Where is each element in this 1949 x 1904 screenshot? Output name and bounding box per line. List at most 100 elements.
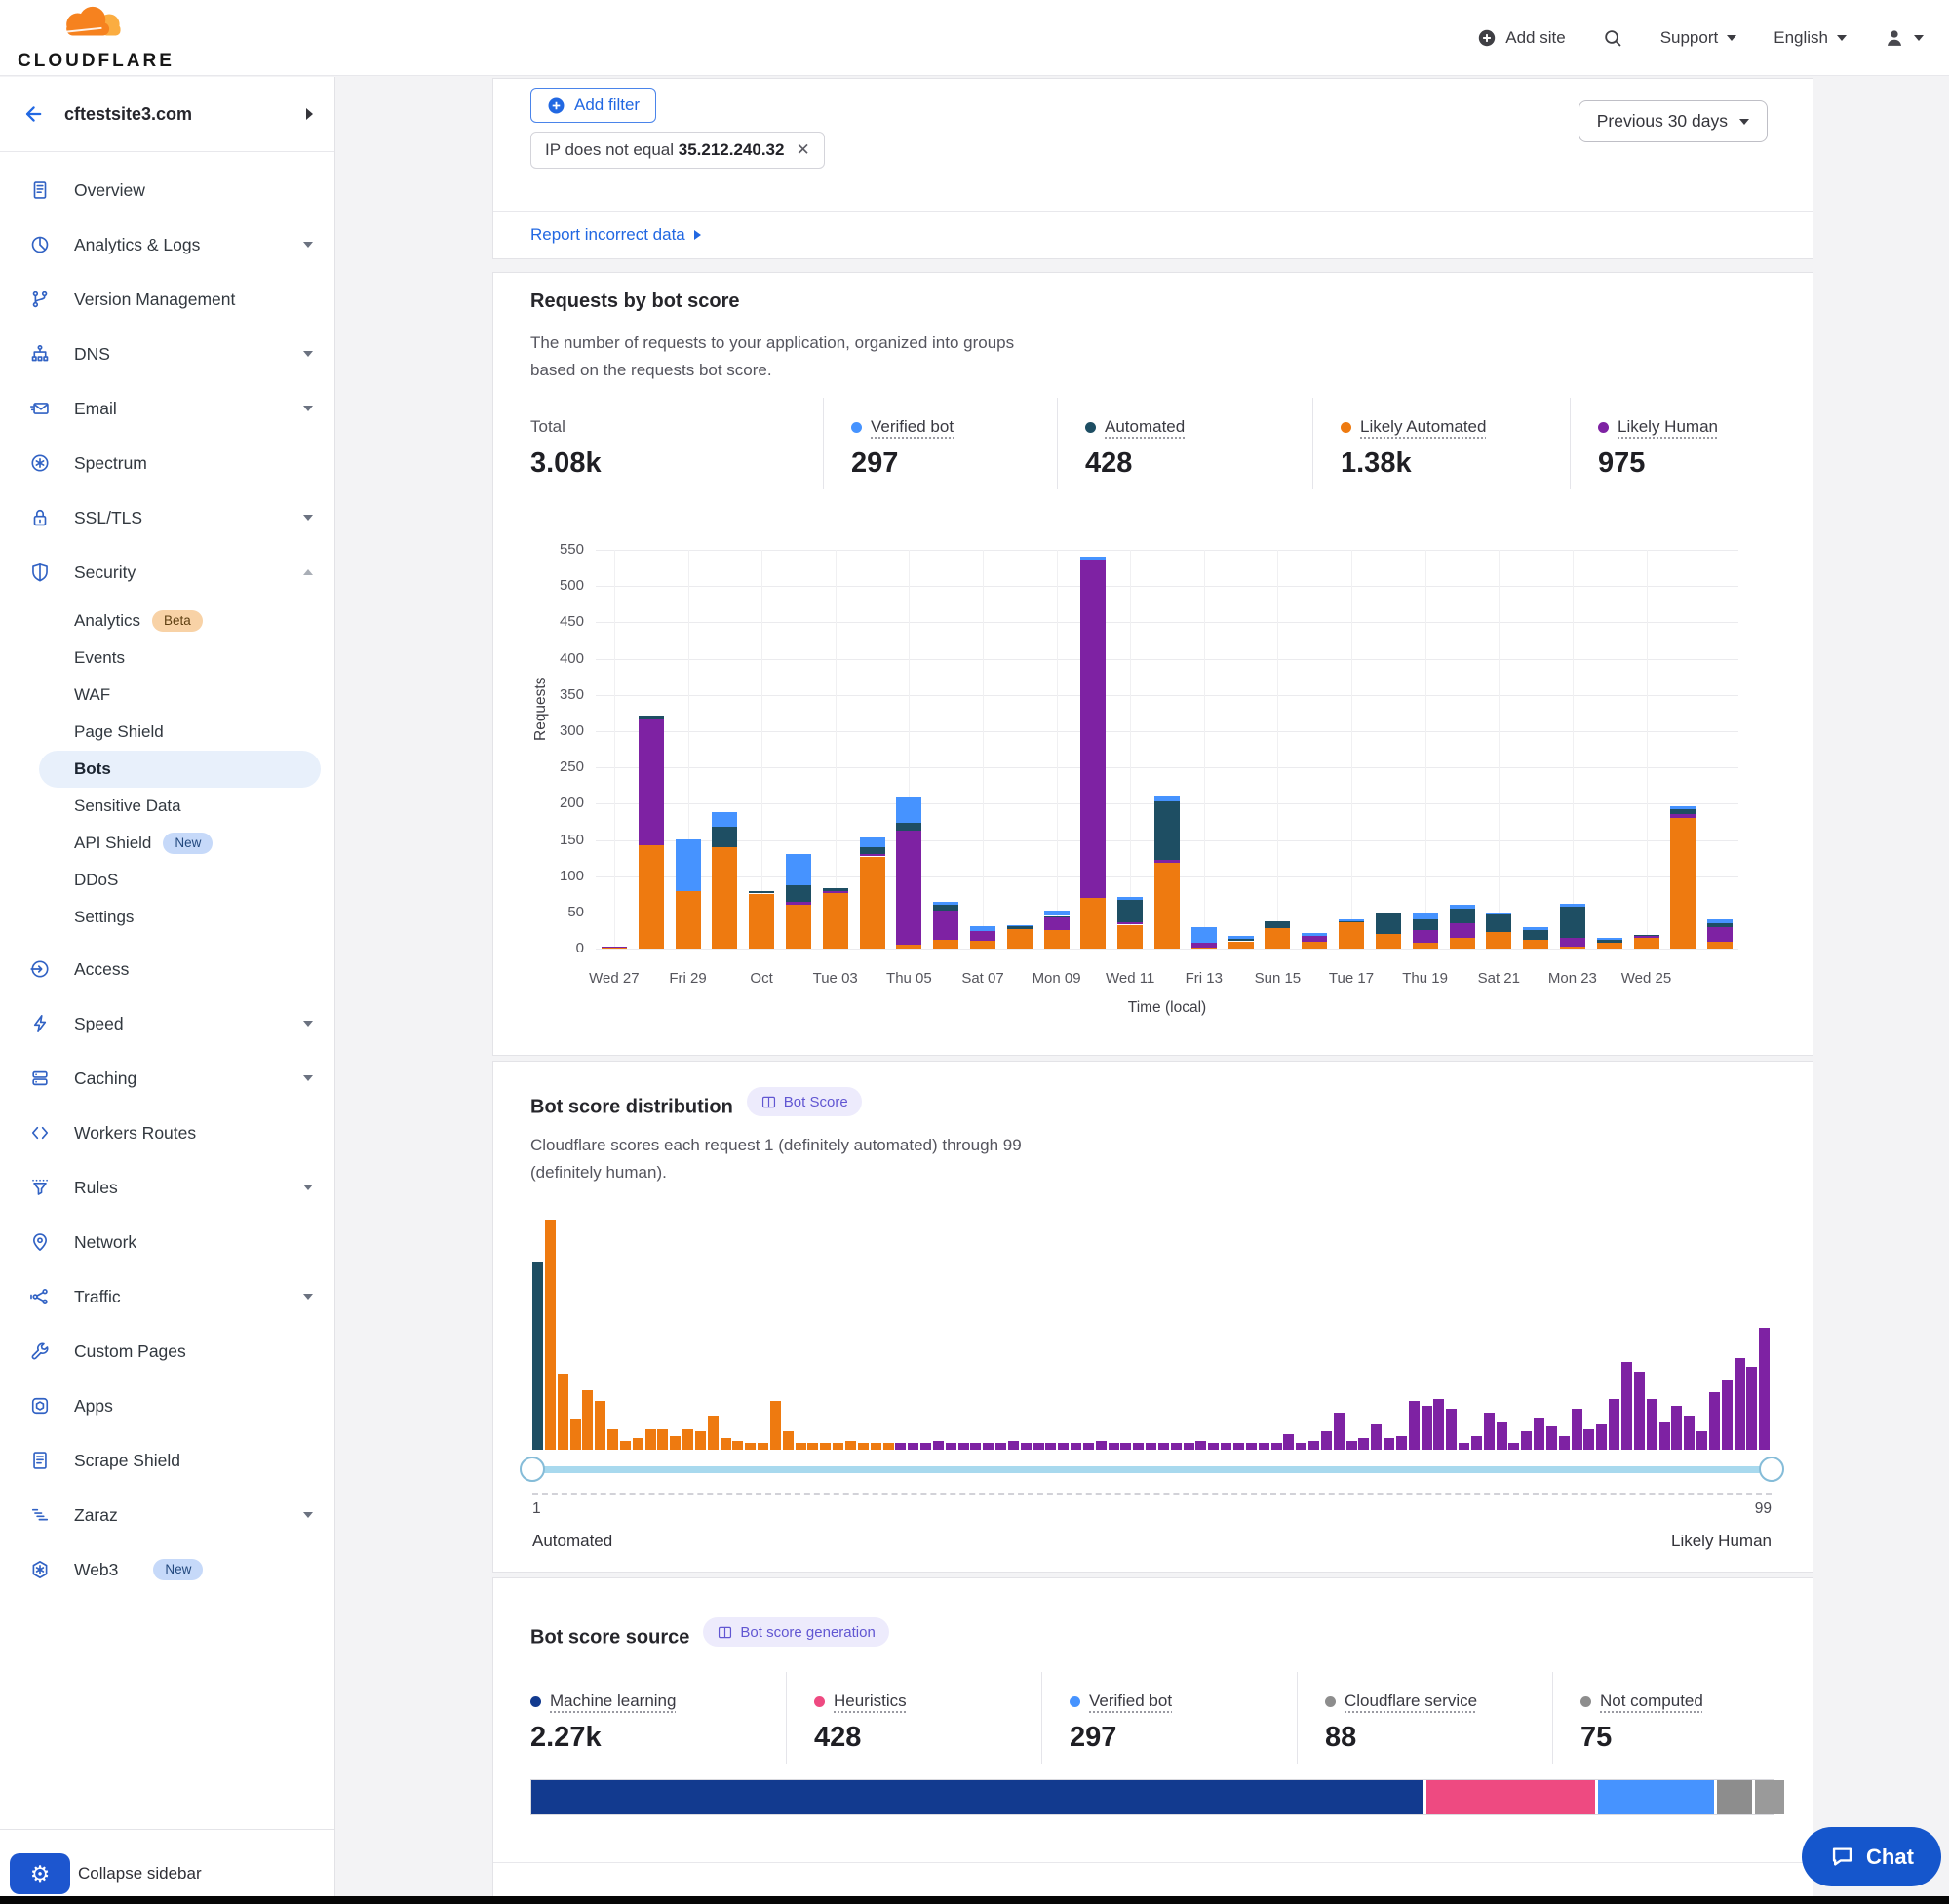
sidebar-item-analytics-logs[interactable]: Analytics & Logs [0,217,334,272]
histogram-bar [1659,1422,1670,1450]
sidebar-subitem-bots[interactable]: Bots [39,751,321,788]
histogram-bar [1058,1443,1069,1450]
sidebar-item-web3[interactable]: Web3New [0,1542,334,1597]
chevron-right-icon[interactable] [306,108,313,120]
histogram-bar [807,1443,818,1450]
histogram-bar [582,1390,593,1450]
bar-segment-verified-bot [1339,919,1364,921]
histogram-bar [1583,1429,1594,1450]
histogram-bar [1696,1431,1707,1450]
add-filter-button[interactable]: Add filter [530,88,656,123]
gridline [596,659,1738,660]
sidebar-item-workers-routes[interactable]: Workers Routes [0,1106,334,1160]
histogram-bar [1384,1438,1394,1450]
sidebar-subitem-label: Analytics [74,611,140,631]
legend-dot [1070,1696,1080,1707]
sidebar-item-security[interactable]: Security [0,545,334,600]
date-range-dropdown[interactable]: Previous 30 days [1579,100,1768,142]
support-menu[interactable]: Support [1660,28,1737,48]
site-name: cftestsite3.com [64,104,192,125]
histogram-bar [1109,1443,1119,1450]
bar-segment-verified-bot [1117,897,1143,900]
sidebar-item-version-management[interactable]: Version Management [0,272,334,327]
sidebar-subitem-page-shield[interactable]: Page Shield [0,714,334,751]
settings-gear-button[interactable]: ⚙ [10,1853,70,1894]
sidebar-subitem-settings[interactable]: Settings [0,899,334,936]
sidebar-item-scrape-shield[interactable]: Scrape Shield [0,1433,334,1488]
bar-segment-likely-automated [1265,928,1290,949]
sidebar-subitem-api-shield[interactable]: API ShieldNew [0,825,334,862]
collapse-sidebar-label: Collapse sidebar [78,1864,202,1884]
filter-chip[interactable]: IP does not equal 35.212.240.32 ✕ [530,132,825,169]
bar-segment-automated [1523,930,1548,940]
bar-segment-verified-bot [1154,796,1180,801]
bot-score-generation-badge[interactable]: Bot score generation [703,1617,888,1647]
sidebar-item-apps[interactable]: Apps [0,1379,334,1433]
topbar: CLOUDFLARE Add site Support English [0,0,1949,76]
add-site-button[interactable]: Add site [1477,28,1565,48]
sidebar-subitem-sensitive-data[interactable]: Sensitive Data [0,788,334,825]
search-icon [1603,28,1623,49]
sidebar-item-label: Network [74,1232,136,1253]
sidebar-subitem-label: WAF [74,685,110,705]
histogram-bar [633,1438,643,1450]
score-range-slider[interactable] [532,1466,1772,1473]
sidebar-item-caching[interactable]: Caching [0,1051,334,1106]
back-arrow-icon[interactable] [21,102,45,126]
sidebar-item-overview[interactable]: Overview [0,163,334,217]
sidebar-item-speed[interactable]: Speed [0,996,334,1051]
histogram-bar [607,1429,618,1450]
sidebar-item-custom-pages[interactable]: Custom Pages [0,1324,334,1379]
slider-handle-max[interactable] [1759,1457,1784,1482]
account-menu[interactable] [1884,27,1924,49]
source-stats-row: Machine learning2.27kHeuristics428Verifi… [530,1672,1775,1764]
bar-segment-automated [749,891,774,893]
bar-segment-likely-automated [1191,948,1217,950]
source-segment-cloudflare-service [1717,1780,1752,1814]
cloudflare-logo[interactable]: CLOUDFLARE [18,4,164,72]
bar-segment-likely-automated [1450,938,1475,949]
sidebar-item-access[interactable]: Access [0,942,334,996]
login-arrow-icon [29,958,51,980]
bot-score-distribution-card: Bot score distributionBot Score Cloudfla… [492,1061,1813,1573]
sidebar-item-label: Scrape Shield [74,1451,180,1471]
histogram-bar [970,1443,981,1450]
sidebar-subitem-waf[interactable]: WAF [0,677,334,714]
sidebar-item-email[interactable]: Email [0,381,334,436]
sidebar-item-zaraz[interactable]: Zaraz [0,1488,334,1542]
remove-filter-icon[interactable]: ✕ [796,140,809,160]
bar-segment-verified-bot [1080,557,1106,560]
chat-button[interactable]: Chat [1802,1827,1941,1886]
collapse-sidebar[interactable]: ⚙ Collapse sidebar [10,1853,202,1894]
share-nodes-icon [29,1286,51,1307]
sidebar-subitem-events[interactable]: Events [0,640,334,677]
sidebar-item-dns[interactable]: DNS [0,327,334,381]
sidebar-subitem-ddos[interactable]: DDoS [0,862,334,899]
sidebar-item-spectrum[interactable]: Spectrum [0,436,334,490]
badge-new: New [163,833,213,854]
sidebar-item-rules[interactable]: Rules [0,1160,334,1215]
sidebar-item-ssl-tls[interactable]: SSL/TLS [0,490,334,545]
report-incorrect-data-link[interactable]: Report incorrect data [530,225,701,245]
bar-segment-likely-automated [676,891,701,949]
sidebar-subitem-analytics[interactable]: AnalyticsBeta [0,602,334,640]
gridline [1057,550,1058,949]
gridline [1277,550,1278,949]
cloudflare-dashboard: CLOUDFLARE Add site Support English [0,0,1949,1904]
histogram-bar [958,1443,969,1450]
histogram-bar [695,1431,706,1450]
source-segment-verified-bot [1598,1780,1715,1814]
slider-handle-min[interactable] [520,1457,545,1482]
sidebar-item-traffic[interactable]: Traffic [0,1269,334,1324]
bar-segment-likely-automated [1154,863,1180,949]
gridline [596,550,1738,551]
histogram-bar [1133,1443,1144,1450]
bar-segment-likely-automated [1413,943,1438,949]
stat-value: 428 [814,1722,1041,1754]
bar-segment-likely-automated [896,945,921,949]
chevron-down-icon [303,406,313,411]
search-button[interactable] [1603,28,1623,49]
sidebar-item-network[interactable]: Network [0,1215,334,1269]
gridline [596,586,1738,587]
language-menu[interactable]: English [1774,28,1847,48]
